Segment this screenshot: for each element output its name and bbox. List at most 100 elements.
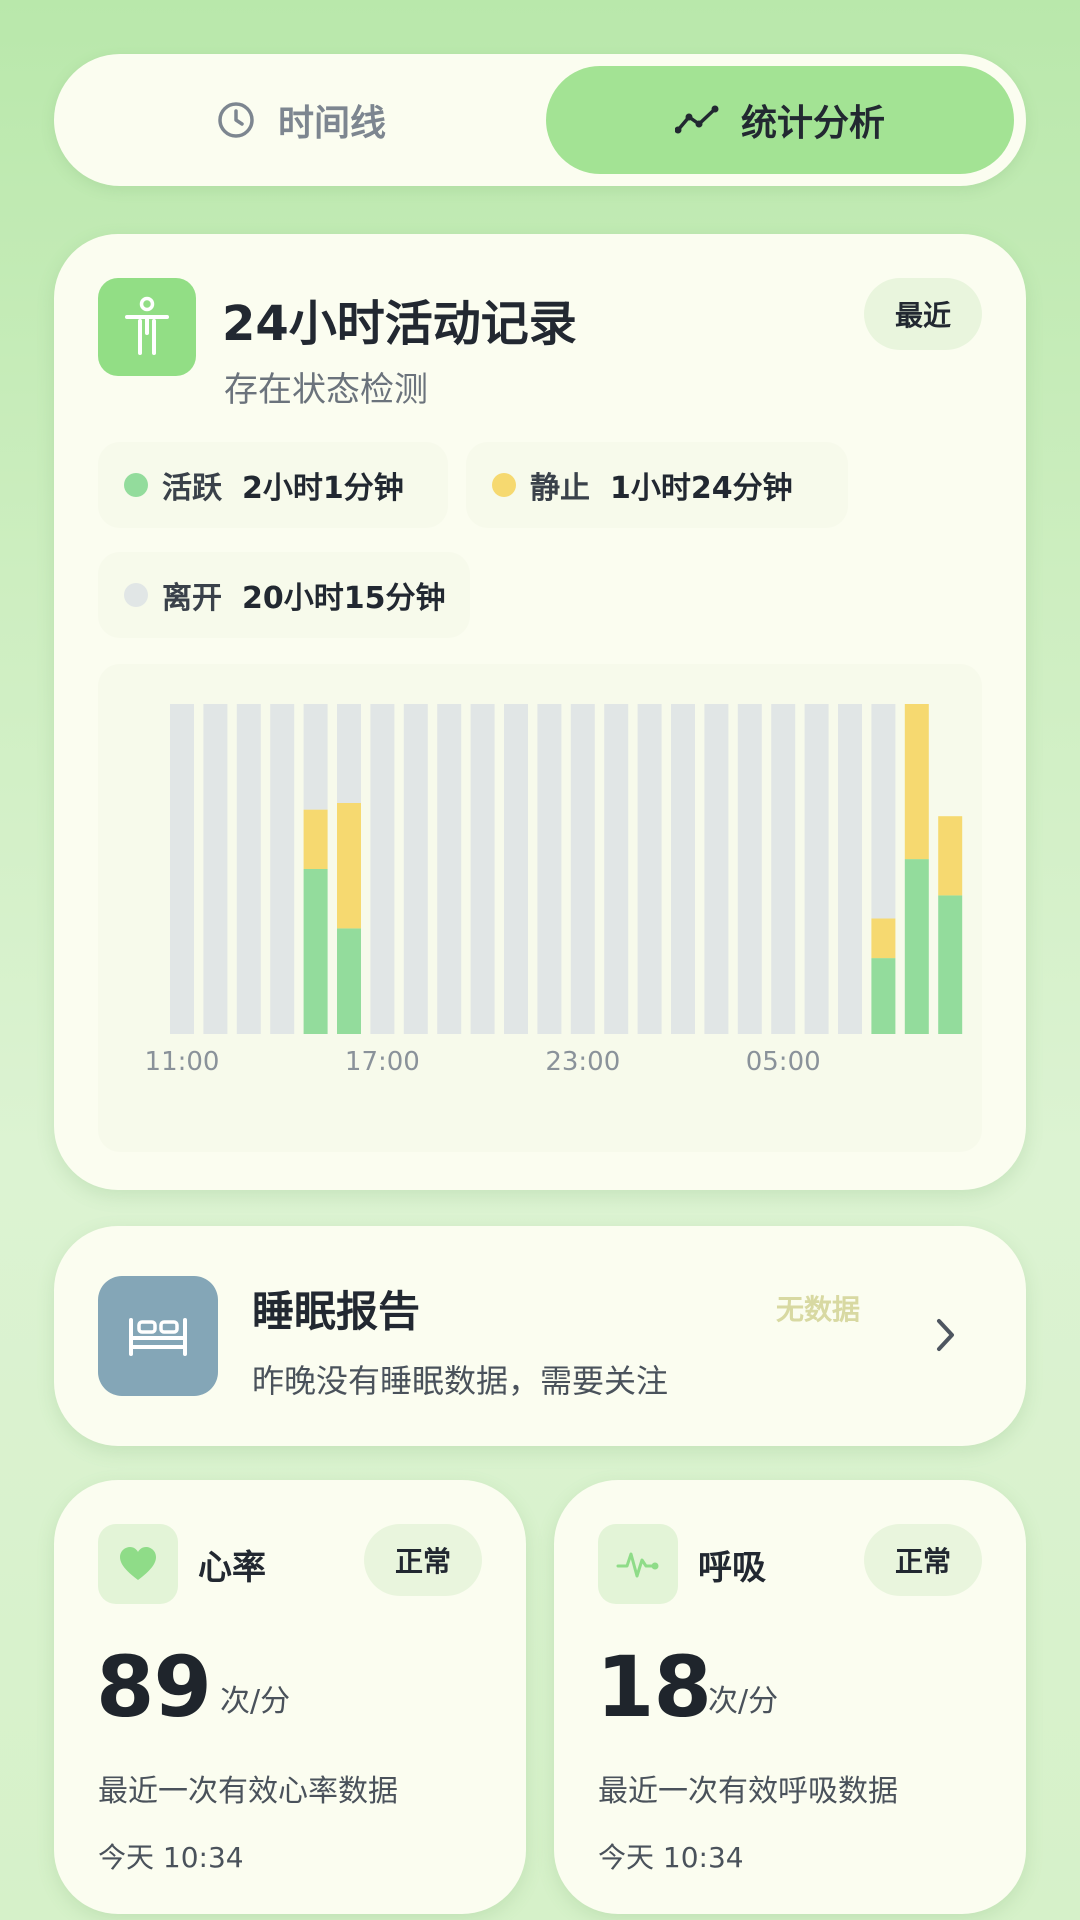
heart-rate-unit: 次/分 [220, 1684, 291, 1719]
sleep-report-description: 昨晚没有睡眠数据，需要关注 [252, 1362, 669, 1400]
bar-segment-away [203, 704, 228, 1034]
activity-record-card: 24小时活动记录 存在状态检测 最近 活跃 2小时1分钟 静止 1小时24分钟 … [54, 234, 1026, 1190]
tab-statistics-label: 统计分析 [740, 103, 885, 144]
sleep-report-title: 睡眠报告 [252, 1287, 421, 1336]
bar-segment-active [303, 869, 328, 1034]
bar-segment-still [938, 816, 963, 896]
bar-segment-away [270, 704, 295, 1034]
breathing-rate-timestamp: 今天 10:34 [598, 1841, 744, 1874]
bar-segment-away [804, 704, 829, 1034]
bar-segment-active [871, 958, 896, 1034]
bar-segment-away [704, 704, 729, 1034]
bar-segment-away [303, 704, 328, 810]
breathing-rate-status-badge: 正常 [864, 1524, 982, 1596]
legend-away-value: 20小时15分钟 [242, 581, 446, 616]
bar-hour-3 [270, 704, 295, 1034]
bar-hour-5 [337, 704, 361, 1034]
breathing-rate-description: 最近一次有效呼吸数据 [598, 1774, 898, 1809]
legend-still-dot [492, 473, 516, 497]
bar-hour-12 [570, 704, 595, 1034]
heart-rate-value: 89 [96, 1638, 212, 1736]
breathing-rate-title: 呼吸 [698, 1548, 766, 1588]
bar-segment-away [671, 704, 695, 1034]
bar-hour-22 [904, 704, 929, 1034]
bar-segment-away [403, 704, 428, 1034]
bar-segment-still [904, 704, 929, 860]
bar-hour-11 [537, 704, 562, 1034]
bar-segment-away [370, 704, 395, 1034]
bar-segment-away [236, 704, 261, 1034]
bar-hour-2 [236, 704, 261, 1034]
bar-segment-away [504, 704, 528, 1034]
bar-hour-4 [303, 704, 328, 1034]
breathing-rate-card[interactable]: 呼吸 正常 18 次/分 最近一次有效呼吸数据 今天 10:34 [554, 1480, 1026, 1914]
heart-rate-title: 心率 [198, 1548, 266, 1588]
pulse-wave-icon [598, 1524, 678, 1604]
heart-rate-description: 最近一次有效心率数据 [98, 1774, 398, 1809]
tab-timeline-label: 时间线 [277, 103, 386, 144]
bar-hour-0 [170, 704, 194, 1034]
legend-active-label: 活跃 [162, 471, 222, 506]
bed-icon [98, 1276, 218, 1396]
breathing-rate-value: 18 [596, 1638, 712, 1736]
bar-hour-1 [203, 704, 228, 1034]
activity-subtitle: 存在状态检测 [224, 370, 428, 410]
bar-hour-19 [804, 704, 829, 1034]
legend-still: 静止 1小时24分钟 [466, 442, 848, 528]
bar-segment-away [170, 704, 194, 1034]
legend-away-label: 离开 [162, 581, 222, 616]
bar-hour-7 [403, 704, 428, 1034]
bar-segment-away [771, 704, 796, 1034]
trend-line-icon [674, 105, 719, 134]
bar-hour-9 [470, 704, 495, 1034]
legend-still-value: 1小时24分钟 [610, 471, 793, 506]
legend-away: 离开 20小时15分钟 [98, 552, 470, 638]
chevron-right-icon[interactable] [934, 1316, 958, 1354]
clock-icon [218, 102, 254, 138]
legend-active: 活跃 2小时1分钟 [98, 442, 448, 528]
bar-hour-15 [671, 704, 695, 1034]
bar-segment-away [470, 704, 495, 1034]
bar-hour-21 [871, 704, 896, 1034]
bar-segment-away [737, 704, 762, 1034]
bar-segment-active [904, 859, 929, 1034]
recent-filter-button[interactable]: 最近 [864, 278, 982, 350]
bar-hour-17 [737, 704, 762, 1034]
bar-segment-still [871, 918, 896, 959]
bar-segment-still [337, 803, 361, 929]
tab-statistics[interactable]: 统计分析 [546, 66, 1014, 174]
x-axis-tick-label: 05:00 [746, 1047, 821, 1077]
activity-title: 24小时活动记录 [222, 296, 577, 352]
bar-hour-13 [604, 704, 629, 1034]
heart-rate-timestamp: 今天 10:34 [98, 1841, 244, 1874]
bar-hour-16 [704, 704, 729, 1034]
bar-segment-away [604, 704, 629, 1034]
legend-active-dot [124, 473, 148, 497]
view-tab-bar: 时间线 统计分析 [54, 54, 1026, 186]
bar-segment-active [938, 895, 963, 1034]
x-axis-tick-label: 17:00 [345, 1047, 420, 1077]
legend-active-value: 2小时1分钟 [242, 471, 404, 506]
tab-timeline[interactable]: 时间线 [66, 66, 536, 174]
heart-rate-status-badge: 正常 [364, 1524, 482, 1596]
bar-segment-still [303, 809, 328, 869]
sleep-report-card[interactable]: 睡眠报告 昨晚没有睡眠数据，需要关注 无数据 [54, 1226, 1026, 1446]
bar-segment-away [570, 704, 595, 1034]
breathing-rate-unit: 次/分 [708, 1684, 779, 1719]
legend-away-dot [124, 583, 148, 607]
legend-still-label: 静止 [530, 471, 590, 506]
bar-hour-18 [771, 704, 796, 1034]
person-standing-icon [98, 278, 196, 376]
bar-segment-away [637, 704, 662, 1034]
x-axis-tick-label: 23:00 [545, 1047, 620, 1077]
bar-segment-away [437, 704, 462, 1034]
activity-stacked-bar-chart: 11:00 17:00 23:00 05:00 [145, 704, 963, 1077]
heart-rate-card[interactable]: 心率 正常 89 次/分 最近一次有效心率数据 今天 10:34 [54, 1480, 526, 1914]
activity-chart-area: 11:00 17:00 23:00 05:00 [98, 664, 982, 1152]
bar-hour-20 [838, 704, 862, 1034]
bar-hour-6 [370, 704, 395, 1034]
bar-segment-active [337, 928, 361, 1034]
heart-icon [98, 1524, 178, 1604]
bar-segment-away [871, 704, 896, 919]
bar-hour-14 [637, 704, 662, 1034]
